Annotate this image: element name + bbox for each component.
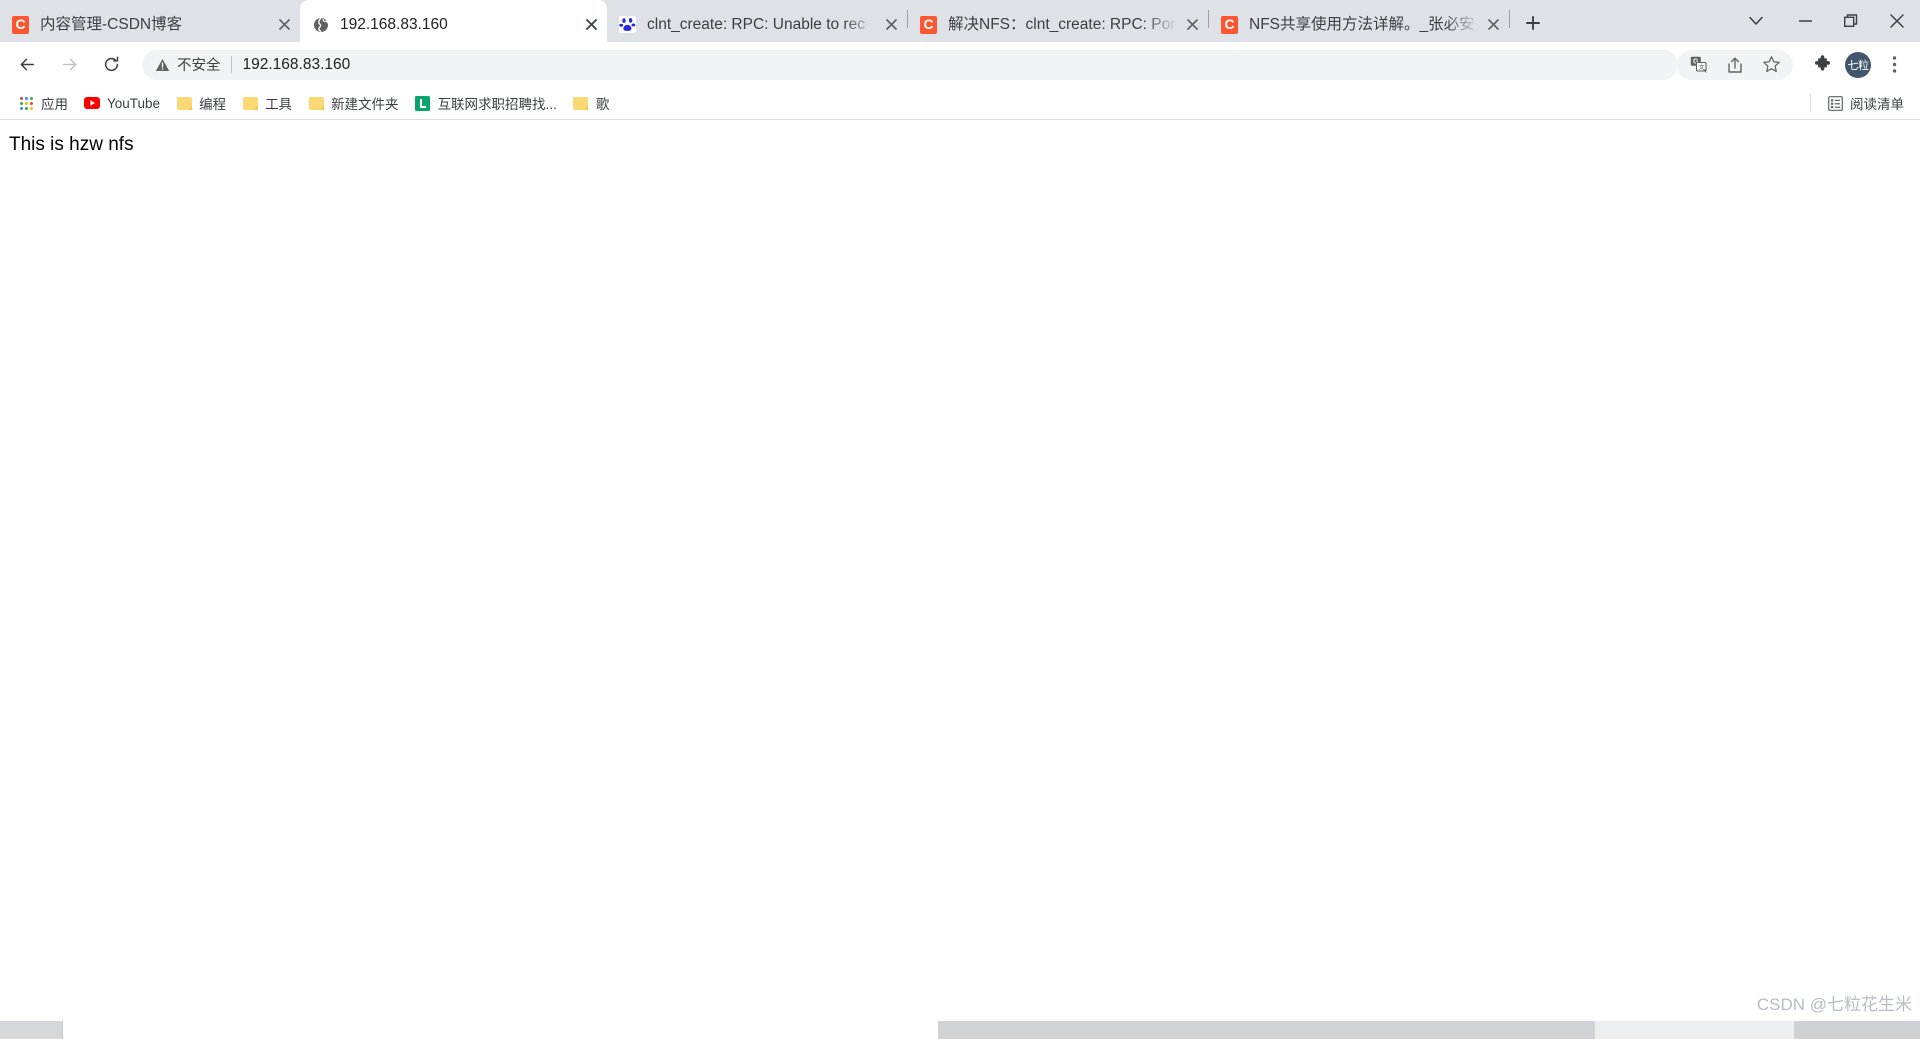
browser-toolbar: 不安全 192.168.83.160 G 文 七粒 bbox=[0, 42, 1920, 87]
puzzle-icon[interactable] bbox=[1807, 50, 1837, 80]
minimize-button[interactable] bbox=[1782, 0, 1828, 42]
folder-icon bbox=[242, 95, 258, 111]
liepin-icon bbox=[415, 95, 431, 111]
not-secure-warning-icon[interactable] bbox=[155, 58, 170, 72]
bookmark-apps[interactable]: 应用 bbox=[10, 91, 76, 116]
tab-title: 内容管理-CSDN博客 bbox=[40, 15, 183, 33]
forward-button[interactable] bbox=[52, 48, 86, 82]
folder-icon bbox=[308, 95, 324, 111]
tab-close-button[interactable] bbox=[1481, 13, 1505, 37]
tab-search-button[interactable] bbox=[1730, 0, 1782, 42]
window-controls bbox=[1730, 0, 1920, 42]
browser-tab-1[interactable]: C 内容管理-CSDN博客 bbox=[0, 7, 300, 42]
bookmark-folder-programming[interactable]: 编程 bbox=[168, 91, 234, 116]
more-vert-icon[interactable] bbox=[1879, 50, 1909, 80]
bookmark-label: 歌 bbox=[595, 97, 610, 112]
browser-tab-4[interactable]: C 解决NFS：clnt_create: RPC: Por bbox=[908, 7, 1208, 42]
bookmarks-bar: 应用 YouTube 编程 工具 新建文件夹 互联网求职招聘找... 歌 阅读清… bbox=[0, 87, 1920, 120]
address-bar[interactable]: 不安全 192.168.83.160 bbox=[142, 49, 1678, 80]
tab-list: C 内容管理-CSDN博客 192.168.83.160 clnt_create… bbox=[0, 0, 1548, 42]
tab-close-button[interactable] bbox=[1180, 13, 1204, 37]
folder-icon bbox=[176, 95, 192, 111]
bookmark-label: 互联网求职招聘找... bbox=[437, 97, 557, 112]
avatar[interactable]: 七粒 bbox=[1845, 51, 1871, 78]
bookmark-folder-tools[interactable]: 工具 bbox=[234, 91, 300, 116]
bookmark-label: 新建文件夹 bbox=[331, 97, 399, 112]
browser-tab-5[interactable]: C NFS共享使用方法详解。_张必安 bbox=[1209, 7, 1509, 42]
baidu-icon bbox=[619, 16, 636, 33]
security-status-label: 不安全 bbox=[177, 58, 221, 74]
tab-close-button[interactable] bbox=[272, 13, 296, 37]
back-button[interactable] bbox=[10, 48, 44, 82]
youtube-icon bbox=[84, 95, 100, 111]
tab-title: clnt_create: RPC: Unable to rec bbox=[647, 15, 865, 33]
bookmark-label: 编程 bbox=[199, 97, 227, 112]
tab-separator bbox=[1509, 10, 1510, 28]
share-icon[interactable] bbox=[1720, 50, 1750, 80]
omnibox-actions: G 文 bbox=[1677, 49, 1793, 80]
reading-list-button[interactable]: 阅读清单 bbox=[1819, 91, 1912, 116]
bookmark-youtube[interactable]: YouTube bbox=[76, 91, 168, 116]
reading-list-label: 阅读清单 bbox=[1850, 97, 1904, 112]
new-tab-button[interactable] bbox=[1518, 8, 1548, 38]
translate-icon[interactable]: G 文 bbox=[1684, 50, 1714, 80]
tab-strip: C 内容管理-CSDN博客 192.168.83.160 clnt_create… bbox=[0, 0, 1920, 42]
tab-close-button[interactable] bbox=[579, 13, 603, 37]
csdn-icon: C bbox=[920, 15, 937, 34]
tab-close-button[interactable] bbox=[879, 13, 903, 37]
apps-grid-icon bbox=[18, 95, 34, 111]
folder-icon bbox=[573, 95, 589, 111]
reload-button[interactable] bbox=[94, 48, 128, 82]
globe-icon bbox=[312, 16, 329, 33]
url-text[interactable]: 192.168.83.160 bbox=[243, 56, 1665, 74]
bookmark-label: 应用 bbox=[41, 97, 68, 112]
browser-tab-2-active[interactable]: 192.168.83.160 bbox=[300, 0, 607, 42]
bookmark-label: YouTube bbox=[107, 95, 161, 111]
browser-window: C 内容管理-CSDN博客 192.168.83.160 clnt_create… bbox=[0, 0, 1920, 1039]
bookmarks-bar-right: 阅读清单 bbox=[1802, 91, 1912, 116]
bookmark-label: 工具 bbox=[265, 97, 293, 112]
csdn-icon: C bbox=[12, 15, 29, 34]
page-content: This is hzw nfs CSDN @七粒花生米 bbox=[0, 120, 1920, 1039]
maximize-button[interactable] bbox=[1828, 0, 1874, 42]
tab-title: 解决NFS：clnt_create: RPC: Por bbox=[948, 15, 1176, 33]
bookmarks-divider bbox=[1810, 94, 1811, 112]
bookmark-folder-music[interactable]: 歌 bbox=[565, 91, 618, 116]
page-body-text: This is hzw nfs bbox=[9, 134, 134, 155]
tab-title: 192.168.83.160 bbox=[340, 15, 448, 33]
omnibox-divider bbox=[230, 56, 232, 73]
tab-title: NFS共享使用方法详解。_张必安 bbox=[1249, 15, 1475, 33]
csdn-watermark: CSDN @七粒花生米 bbox=[1756, 995, 1912, 1014]
bookmark-folder-new[interactable]: 新建文件夹 bbox=[300, 91, 407, 116]
reading-list-icon bbox=[1827, 95, 1843, 111]
browser-tab-3[interactable]: clnt_create: RPC: Unable to rec bbox=[607, 7, 907, 42]
star-icon[interactable] bbox=[1756, 50, 1786, 80]
csdn-icon: C bbox=[1221, 15, 1238, 34]
bookmark-liepin[interactable]: 互联网求职招聘找... bbox=[407, 91, 565, 116]
close-button[interactable] bbox=[1874, 0, 1920, 42]
